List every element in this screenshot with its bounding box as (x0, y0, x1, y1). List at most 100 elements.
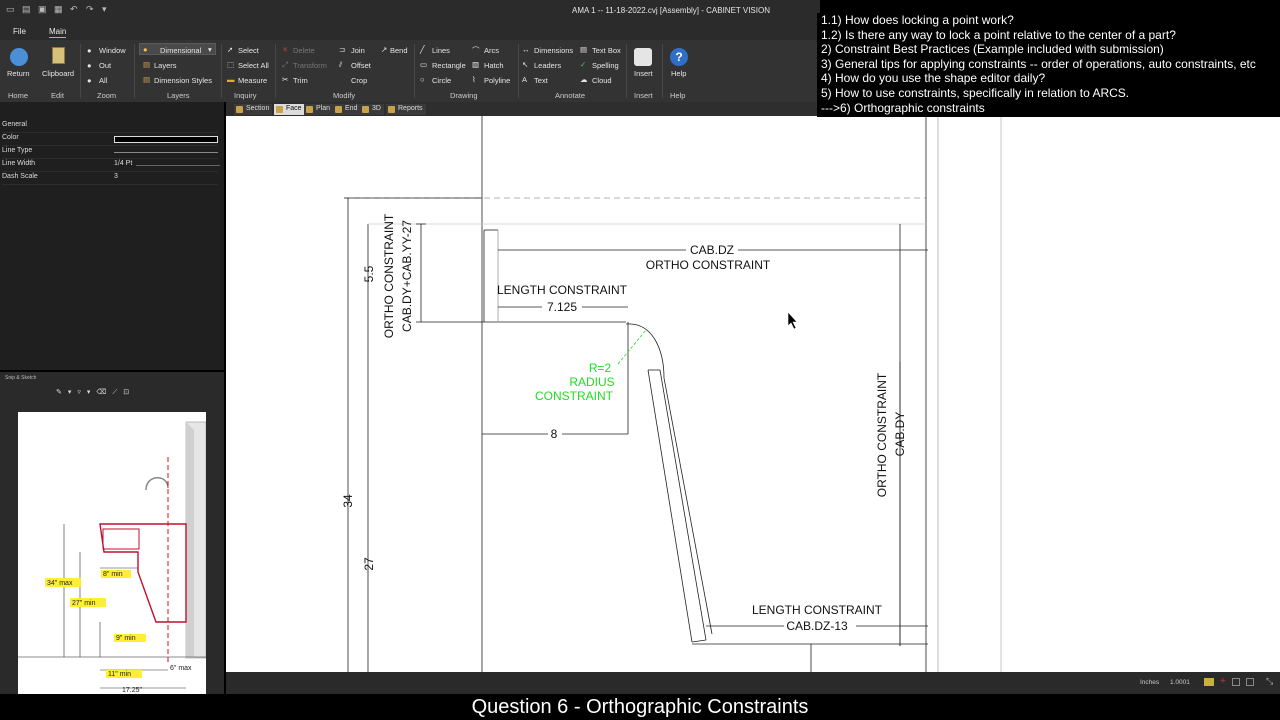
undo-icon[interactable]: ↶ (70, 4, 80, 14)
lines-button[interactable]: Lines (432, 46, 450, 55)
crop-button[interactable]: Crop (351, 76, 367, 85)
leaders-button[interactable]: Leaders (534, 61, 561, 70)
dim-7125[interactable]: 7.125 (547, 300, 577, 314)
new-file-icon[interactable]: ▭ (6, 4, 16, 14)
qat-dropdown-icon[interactable]: ▾ (102, 4, 112, 14)
tab-3d[interactable]: 3D (360, 104, 384, 115)
save-icon[interactable]: ▣ (38, 4, 48, 14)
clipboard-button[interactable]: Clipboard (42, 69, 74, 78)
redo-icon[interactable]: ↷ (86, 4, 96, 14)
status-scale[interactable]: 1.0001 (1170, 679, 1190, 686)
group-inquiry: Inquiry (234, 91, 257, 100)
radius-label[interactable]: RADIUS (569, 375, 614, 389)
dim-cab-dz-13[interactable]: CAB.DZ-13 (786, 619, 848, 633)
spelling-button[interactable]: Spelling (592, 61, 619, 70)
zoom-window-button[interactable]: Window (99, 46, 126, 55)
dimensions-button[interactable]: Dimensions (534, 46, 573, 55)
length-constraint-label-2[interactable]: LENGTH CONSTRAINT (752, 603, 883, 617)
grid-icon[interactable] (1232, 678, 1240, 686)
snip-label-1725: 17.25" (122, 687, 143, 694)
prop-dash-scale[interactable]: Dash Scale 3 (2, 173, 218, 185)
select-all-button[interactable]: Select All (238, 61, 269, 70)
color-swatch[interactable] (114, 136, 218, 143)
prop-color-label: Color (2, 134, 19, 141)
status-bar: Inches 1.0001 + ⤡ (226, 672, 1280, 694)
ortho-constraint-formula-right[interactable]: CAB.DY (893, 412, 907, 457)
bend-button[interactable]: Bend (390, 46, 408, 55)
snap-icon[interactable]: + (1220, 676, 1226, 687)
join-button[interactable]: Join (351, 46, 365, 55)
group-edit: Edit (51, 91, 64, 100)
radius-constraint-label[interactable]: CONSTRAINT (535, 389, 614, 403)
note-line: 3) General tips for applying constraints… (821, 56, 1256, 71)
prop-color[interactable]: Color (2, 134, 218, 146)
group-annotate: Annotate (555, 91, 586, 100)
dim-55[interactable]: 5.5 (362, 265, 376, 282)
pen-icon[interactable]: ▾ (68, 389, 78, 396)
offset-button[interactable]: Offset (351, 61, 371, 70)
ruler-icon[interactable]: ⟋ (112, 389, 123, 396)
layers-button[interactable]: Layers (154, 61, 177, 70)
tab-end[interactable]: End (333, 104, 361, 115)
prop-dash-scale-label: Dash Scale (2, 173, 38, 180)
drawing-canvas[interactable]: CAB.DZ ORTHO CONSTRAINT LENGTH CONSTRAIN… (226, 116, 1280, 672)
transform-button[interactable]: Transform (293, 61, 327, 70)
tab-file[interactable]: File (13, 27, 26, 36)
help-button[interactable]: Help (671, 69, 686, 78)
pencil-icon[interactable]: ▿ (77, 389, 87, 396)
delete-icon: ✕ (282, 45, 289, 54)
ortho-constraint-label-right[interactable]: ORTHO CONSTRAINT (875, 372, 889, 497)
cloud-button[interactable]: Cloud (592, 76, 612, 85)
rectangle-button[interactable]: Rectangle (432, 61, 466, 70)
prop-line-type[interactable]: Line Type (2, 147, 218, 159)
select-button[interactable]: Select (238, 46, 259, 55)
tab-face[interactable]: Face (274, 104, 305, 115)
radius-value[interactable]: R=2 (589, 361, 612, 375)
properties-panel: General Color Line Type Line Width 1/4 P… (0, 102, 224, 370)
quick-access-toolbar: ▭ ▤ ▣ ▦ ↶ ↷ ▾ (6, 4, 112, 14)
text-box-button[interactable]: Text Box (592, 46, 621, 55)
layer-status-icon[interactable] (1204, 678, 1214, 686)
insert-button[interactable]: Insert (634, 69, 653, 78)
ortho-constraint-formula-left[interactable]: CAB.DY+CAB.YY-27 (400, 220, 414, 332)
measure-button[interactable]: Measure (238, 76, 267, 85)
dim-27[interactable]: 27 (362, 557, 376, 571)
open-folder-icon[interactable]: ▤ (22, 4, 32, 14)
arcs-button[interactable]: Arcs (484, 46, 499, 55)
dim-34[interactable]: 34 (341, 494, 355, 508)
length-constraint-label-1[interactable]: LENGTH CONSTRAINT (497, 283, 628, 297)
dim-8[interactable]: 8 (551, 427, 558, 441)
highlighter-icon[interactable]: ▾ (87, 389, 97, 396)
snip-toolbar: ✎▾▿▾⌫⟋⊡ (56, 388, 135, 397)
polyline-button[interactable]: Polyline (484, 76, 510, 85)
status-units[interactable]: Inches (1140, 679, 1159, 686)
snip-label-9min: 9" min (116, 635, 136, 642)
zoom-all-button[interactable]: All (99, 76, 107, 85)
resize-grip-icon[interactable]: ⤡ (1266, 676, 1273, 687)
crop-icon[interactable]: ⊡ (123, 389, 135, 396)
return-button[interactable]: Return (7, 69, 30, 78)
delete-button[interactable]: Delete (293, 46, 315, 55)
ribbon-separator (134, 44, 135, 98)
ortho-icon[interactable] (1246, 678, 1254, 686)
ortho-constraint-label-top[interactable]: ORTHO CONSTRAINT (646, 258, 771, 272)
prop-line-width[interactable]: Line Width 1/4 Pt (2, 160, 220, 172)
text-button[interactable]: Text (534, 76, 548, 85)
tab-reports[interactable]: Reports (386, 104, 426, 115)
tab-section[interactable]: Section (234, 104, 273, 115)
hatch-button[interactable]: Hatch (484, 61, 504, 70)
shape-editor-drawing[interactable]: CAB.DZ ORTHO CONSTRAINT LENGTH CONSTRAIN… (226, 116, 1280, 672)
tab-main[interactable]: Main (49, 27, 67, 38)
eraser-icon[interactable]: ⌫ (96, 389, 112, 396)
zoom-out-button[interactable]: Out (99, 61, 111, 70)
lightbulb-icon: ● (143, 45, 148, 54)
trim-button[interactable]: Trim (293, 76, 308, 85)
circle-button[interactable]: Circle (432, 76, 451, 85)
save-as-icon[interactable]: ▦ (54, 4, 64, 14)
tab-plan[interactable]: Plan (304, 104, 334, 115)
ortho-constraint-label-left[interactable]: ORTHO CONSTRAINT (382, 213, 396, 338)
dim-cab-dz[interactable]: CAB.DZ (690, 243, 734, 257)
group-drawing: Drawing (450, 91, 478, 100)
touch-writing-icon[interactable]: ✎ (56, 389, 68, 396)
dimension-styles-button[interactable]: Dimension Styles (154, 76, 212, 85)
